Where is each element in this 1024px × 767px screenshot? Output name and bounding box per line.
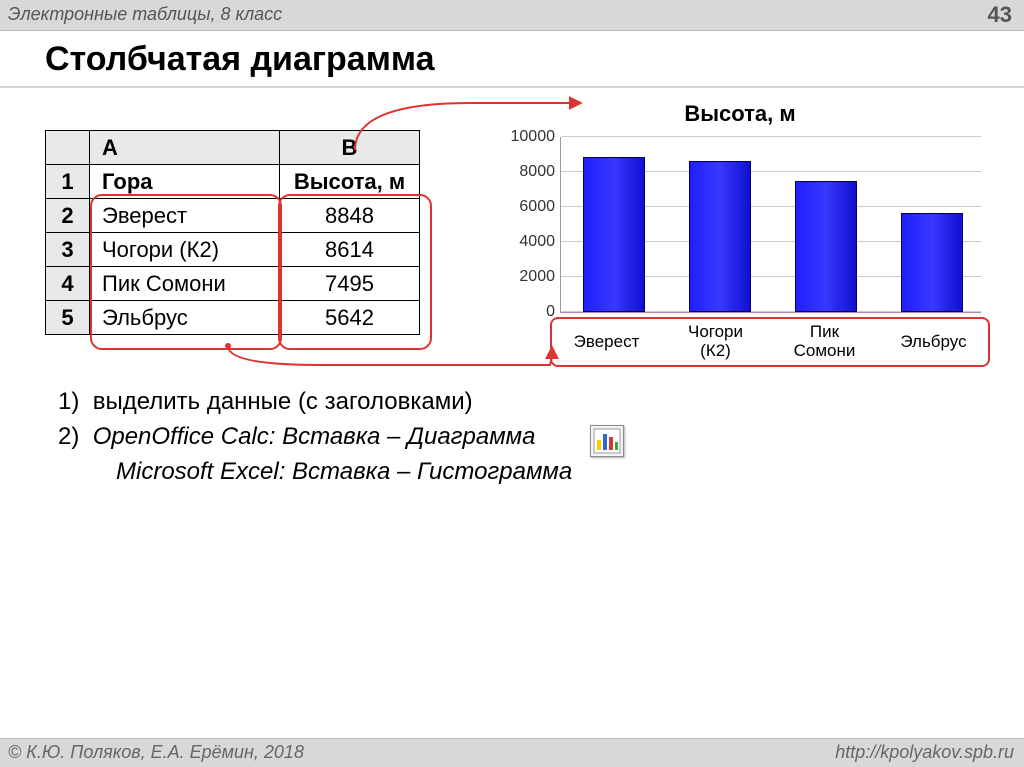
bar-chart: Высота, м 0 2000 4000 6000 8000 10000 Эв… — [490, 95, 990, 375]
steps-list: 1) выделить данные (с заголовками) 2) Op… — [58, 385, 572, 489]
author-label: © К.Ю. Поляков, Е.А. Ерёмин, 2018 — [8, 742, 304, 763]
step-2-ms-rest: : Вставка – Гистограмма — [279, 458, 573, 485]
row-header-2: 2 — [46, 199, 90, 233]
col-header-b: B — [280, 131, 420, 165]
insert-chart-icon[interactable] — [590, 425, 624, 457]
cell-a2: Эверест — [90, 199, 280, 233]
chart-plot-area: 0 2000 4000 6000 8000 10000 — [560, 137, 981, 313]
cell-b1: Высота, м — [280, 165, 420, 199]
cell-a1: Гора — [90, 165, 280, 199]
cell-a3: Чогори (К2) — [90, 233, 280, 267]
subject-label: Электронные таблицы, 8 класс — [8, 4, 282, 25]
xlabel-everest: Эверест — [552, 319, 661, 365]
page-number: 43 — [988, 2, 1012, 28]
slide-title: Столбчатая диаграмма — [45, 40, 434, 79]
ytick-4000: 4000 — [495, 233, 555, 251]
ytick-8000: 8000 — [495, 163, 555, 181]
title-underline — [0, 86, 1024, 88]
cell-b4: 7495 — [280, 267, 420, 301]
ytick-10000: 10000 — [495, 128, 555, 146]
step-2-number: 2) — [58, 423, 79, 450]
row-header-4: 4 — [46, 267, 90, 301]
bar-elbrus — [901, 213, 963, 312]
row-header-3: 3 — [46, 233, 90, 267]
bar-chogori — [689, 161, 751, 312]
row-header-1: 1 — [46, 165, 90, 199]
xlabel-somoni: Пик Сомони — [770, 319, 879, 365]
bar-everest — [583, 157, 645, 312]
xlabel-chogori: Чогори (К2) — [661, 319, 770, 365]
ytick-6000: 6000 — [495, 198, 555, 216]
chart-title: Высота, м — [490, 101, 990, 127]
bar-somoni — [795, 181, 857, 312]
ytick-2000: 2000 — [495, 268, 555, 286]
cell-a5: Эльбрус — [90, 301, 280, 335]
step-1-text: выделить данные (с заголовками) — [93, 388, 473, 415]
spreadsheet-table: A B 1 Гора Высота, м 2 Эверест 8848 3 Чо… — [45, 130, 420, 335]
col-header-a: A — [90, 131, 280, 165]
step-1: 1) выделить данные (с заголовками) — [58, 385, 572, 420]
ytick-0: 0 — [495, 303, 555, 321]
footer-url: http://kpolyakov.spb.ru — [835, 742, 1014, 763]
slide-header: Электронные таблицы, 8 класс 43 — [0, 0, 1024, 31]
step-2: 2) OpenOffice Calc: Вставка – Диаграмма — [58, 420, 572, 455]
cell-b3: 8614 — [280, 233, 420, 267]
step-2-oo-rest: : Вставка – Диаграмма — [269, 423, 536, 450]
step-2b: Microsoft Excel: Вставка – Гистограмма — [58, 455, 572, 490]
xaxis-labels-outline: Эверест Чогори (К2) Пик Сомони Эльбрус — [550, 317, 990, 367]
step-1-number: 1) — [58, 388, 79, 415]
cell-b2: 8848 — [280, 199, 420, 233]
xlabel-elbrus: Эльбрус — [879, 319, 988, 365]
cell-a4: Пик Сомони — [90, 267, 280, 301]
row-header-5: 5 — [46, 301, 90, 335]
step-2-excel: Microsoft Excel — [116, 458, 279, 485]
slide-footer: © К.Ю. Поляков, Е.А. Ерёмин, 2018 http:/… — [0, 738, 1024, 767]
corner-cell — [46, 131, 90, 165]
cell-b5: 5642 — [280, 301, 420, 335]
step-2-openoffice: OpenOffice Calc — [93, 423, 269, 450]
